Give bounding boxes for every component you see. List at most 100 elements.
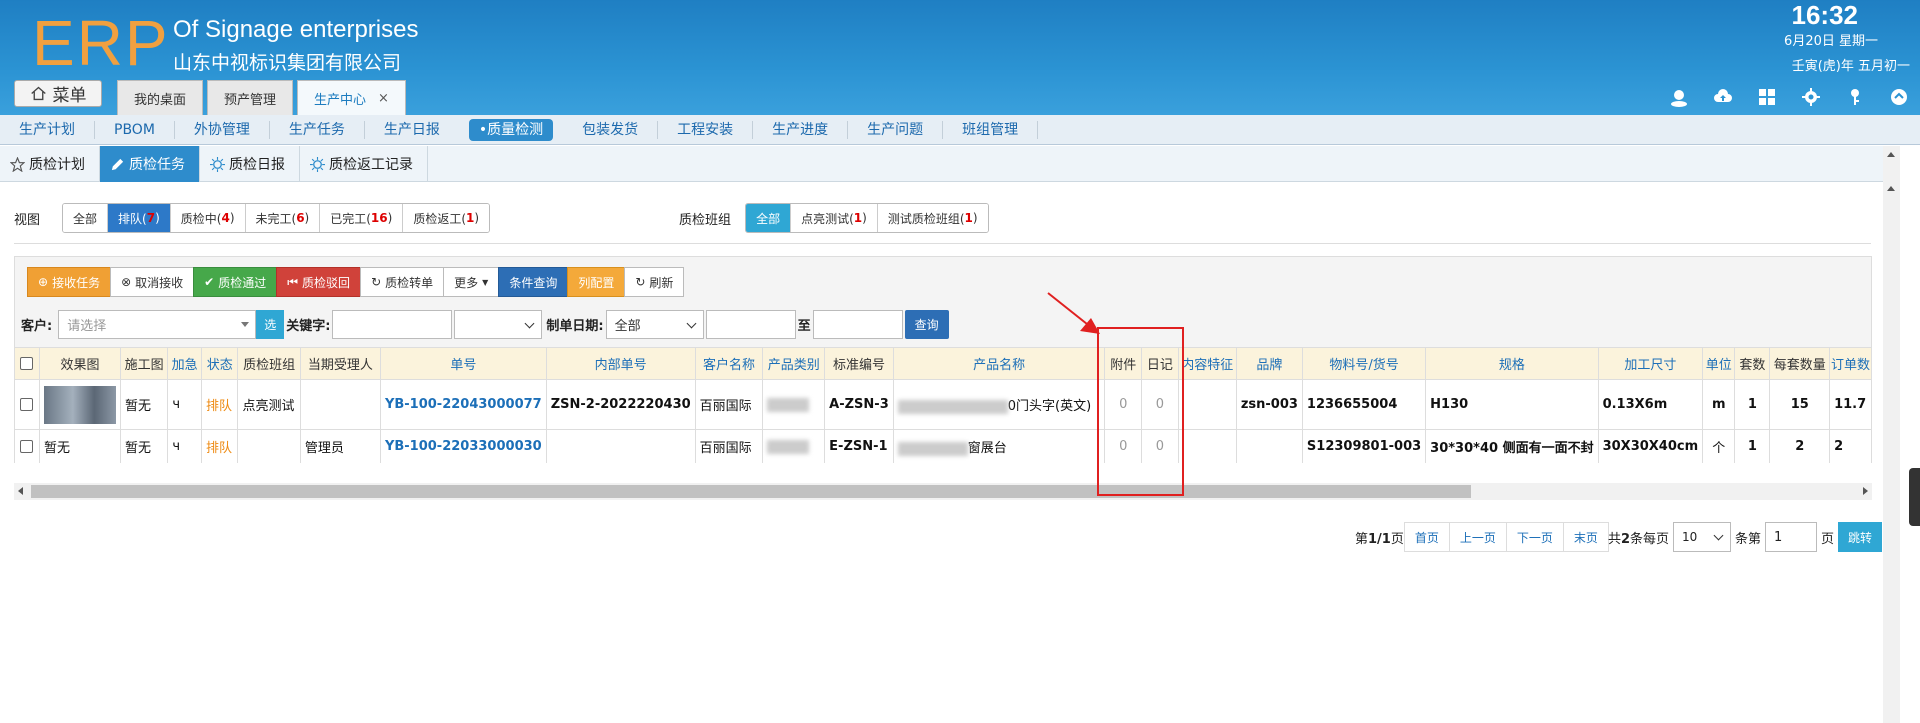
qc-pass-button[interactable]: ✔ 质检通过	[193, 267, 278, 297]
row-checkbox[interactable]	[14, 429, 40, 463]
refresh-button[interactable]: ↻ 刷新	[624, 267, 685, 297]
subtab-qc-task[interactable]: 质检任务	[100, 146, 200, 182]
col-per-set[interactable]: 每套数量	[1769, 347, 1831, 380]
collapse-icon[interactable]	[1888, 86, 1910, 108]
col-sets[interactable]: 套数	[1734, 347, 1771, 380]
last-page-button[interactable]: 末页	[1562, 522, 1609, 552]
col-brand[interactable]: 品牌	[1235, 347, 1303, 380]
qc-transfer-button[interactable]: ↻ 质检转单	[360, 267, 445, 297]
table-row[interactable]: 暂无 暂无 ч 排队 管理员 YB-100-22033000030 百丽国际 E…	[14, 429, 1872, 463]
per-page-select[interactable]: 10	[1673, 522, 1732, 552]
scroll-up-icon[interactable]	[1887, 186, 1895, 191]
date-from-input[interactable]	[705, 310, 796, 339]
first-page-button[interactable]: 首页	[1403, 522, 1450, 552]
nav-installation[interactable]: 工程安装	[658, 120, 754, 139]
effect-thumbnail[interactable]	[38, 379, 121, 430]
col-qc-group[interactable]: 质检班组	[237, 347, 301, 380]
nav-progress[interactable]: 生产进度	[753, 120, 849, 139]
key-icon[interactable]	[1844, 86, 1866, 108]
scrollbar-thumb[interactable]	[31, 485, 1471, 498]
more-dropdown[interactable]: 更多 ▼	[443, 267, 500, 297]
jump-button[interactable]: 跳转	[1838, 522, 1883, 552]
col-std-no[interactable]: 标准编号	[824, 347, 894, 380]
date-range-select[interactable]: 全部	[605, 310, 704, 339]
row-checkbox[interactable]	[14, 379, 40, 430]
nav-team-management[interactable]: 班组管理	[943, 120, 1039, 139]
col-construction[interactable]: 施工图	[119, 347, 169, 380]
cell-order-no[interactable]: YB-100-22033000030	[379, 429, 547, 463]
scroll-up-icon[interactable]	[1887, 152, 1895, 157]
col-order-no[interactable]: 单号	[379, 347, 547, 380]
col-effect[interactable]: 效果图	[38, 347, 121, 380]
col-handler[interactable]: 当期受理人	[299, 347, 381, 380]
close-icon[interactable]: ×	[378, 91, 389, 106]
col-customer[interactable]: 客户名称	[694, 347, 764, 380]
col-internal-no[interactable]: 内部单号	[545, 347, 696, 380]
col-material[interactable]: 物料号/货号	[1301, 347, 1427, 380]
tab-production-center[interactable]: 生产中心 ×	[297, 80, 406, 116]
view-finished[interactable]: 已完工(16)	[320, 204, 404, 232]
subtab-qc-daily[interactable]: 质检日报	[200, 146, 300, 182]
column-config-button[interactable]: 列配置	[567, 267, 626, 297]
receive-task-button[interactable]: ⊕ 接收任务	[27, 267, 112, 297]
nav-daily-report[interactable]: 生产日报	[365, 121, 459, 139]
col-feature[interactable]: 内容特征	[1177, 347, 1237, 380]
clock-date: 6月20日 星期一	[1784, 34, 1878, 49]
view-inspecting[interactable]: 质检中(4)	[170, 204, 246, 232]
horizontal-scrollbar[interactable]	[14, 483, 1872, 500]
scroll-right-icon[interactable]	[1863, 487, 1868, 495]
cell-order-no[interactable]: YB-100-22043000077	[379, 379, 547, 430]
col-status[interactable]: 状态	[200, 347, 239, 380]
select-all-checkbox[interactable]	[14, 347, 40, 380]
next-page-button[interactable]: 下一页	[1505, 522, 1564, 552]
apps-icon[interactable]	[1756, 86, 1778, 108]
view-all[interactable]: 全部	[63, 204, 109, 232]
side-widget[interactable]	[1909, 468, 1920, 526]
nav-quality-inspection[interactable]: •质量检测	[468, 118, 554, 141]
vertical-scrollbar[interactable]	[1883, 146, 1900, 723]
col-order-qty[interactable]: 订单数	[1829, 347, 1872, 380]
group-light-test[interactable]: 点亮测试(1)	[791, 204, 878, 232]
company-name-en: Of Signage enterprises	[173, 16, 419, 43]
col-unit[interactable]: 单位	[1702, 347, 1736, 380]
condition-query-button[interactable]: 条件查询	[498, 267, 569, 297]
toolbar-panel: ⊕ 接收任务 ⊗ 取消接收 ✔ 质检通过 ⏮ 质检驳回 ↻ 质检转单 更多 ▼ 条件查询 列…	[14, 256, 1872, 348]
view-queue[interactable]: 排队(7)	[108, 204, 171, 232]
nav-outsourcing[interactable]: 外协管理	[175, 120, 270, 139]
group-test-team[interactable]: 测试质检班组(1)	[877, 204, 988, 232]
user-icon[interactable]	[1668, 86, 1690, 108]
keyword-type-select[interactable]	[454, 310, 543, 339]
table-row[interactable]: 暂无 ч 排队 点亮测试 YB-100-22043000077 ZSN-2-20…	[14, 379, 1872, 430]
prev-page-button[interactable]: 上一页	[1448, 522, 1507, 552]
view-segment: 全部 排队(7) 质检中(4) 未完工(6) 已完工(16) 质检返工(1)	[62, 203, 491, 233]
view-unfinished[interactable]: 未完工(6)	[245, 204, 321, 232]
subtab-qc-rework[interactable]: 质检返工记录	[300, 146, 428, 182]
nav-issues[interactable]: 生产问题	[848, 120, 944, 139]
tab-desktop[interactable]: 我的桌面	[117, 80, 204, 115]
menu-button[interactable]: 菜单	[14, 80, 102, 107]
gear-icon[interactable]	[1800, 86, 1822, 108]
nav-production-task[interactable]: 生产任务	[270, 120, 365, 139]
scroll-left-icon[interactable]	[18, 487, 23, 495]
view-rework[interactable]: 质检返工(1)	[403, 204, 490, 232]
qc-reject-button[interactable]: ⏮ 质检驳回	[276, 267, 362, 297]
group-all[interactable]: 全部	[746, 204, 792, 232]
nav-pbom[interactable]: PBOM	[95, 120, 175, 139]
col-product[interactable]: 产品名称	[892, 347, 1106, 380]
col-size[interactable]: 加工尺寸	[1597, 347, 1704, 380]
customer-pick-button[interactable]: 选	[256, 310, 285, 339]
col-spec[interactable]: 规格	[1425, 347, 1599, 380]
nav-production-plan[interactable]: 生产计划	[0, 120, 95, 139]
goto-page-input[interactable]: 1	[1765, 522, 1818, 552]
col-category[interactable]: 产品类别	[762, 347, 826, 380]
cancel-receive-button[interactable]: ⊗ 取消接收	[110, 267, 195, 297]
col-urgent[interactable]: 加急	[167, 347, 202, 380]
subtab-qc-plan[interactable]: 质检计划	[0, 146, 100, 182]
query-button[interactable]: 查询	[904, 310, 949, 339]
tab-preproduction[interactable]: 预产管理	[207, 80, 294, 115]
customer-select[interactable]: 请选择	[58, 310, 257, 339]
nav-packing-shipping[interactable]: 包装发货	[563, 120, 659, 139]
cloud-upload-icon[interactable]	[1712, 86, 1734, 108]
keyword-input[interactable]	[332, 310, 453, 339]
date-to-input[interactable]	[812, 310, 903, 339]
